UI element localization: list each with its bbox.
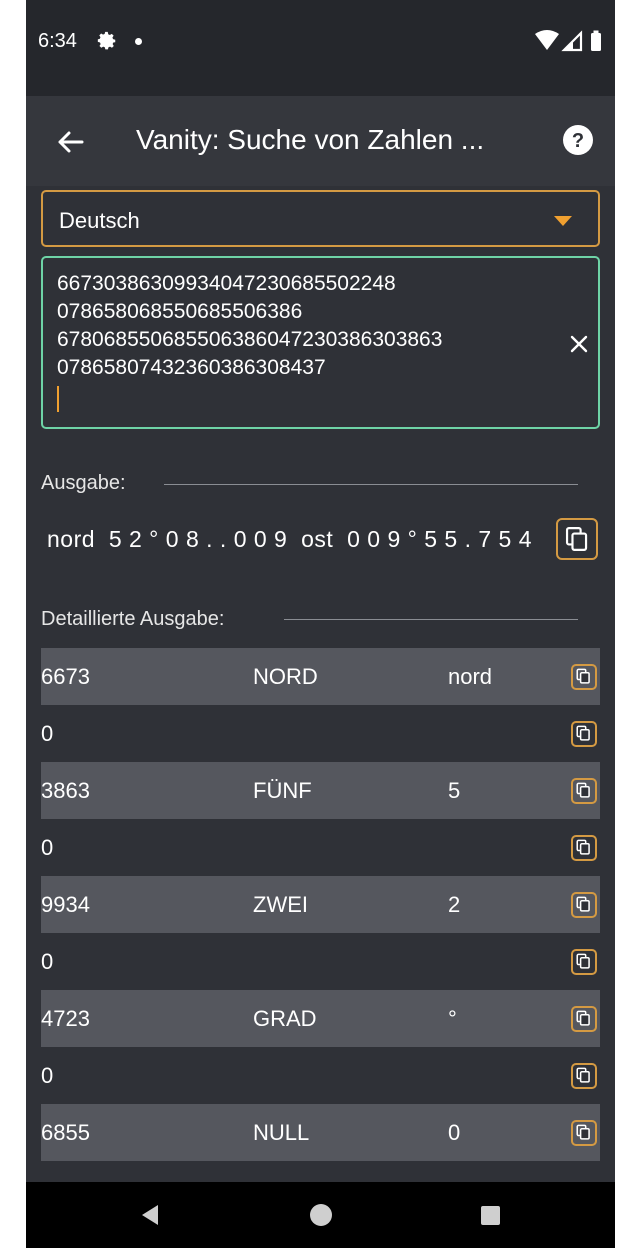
row-number: 0	[41, 949, 54, 974]
table-row: 0	[41, 819, 600, 876]
row-word: GRAD	[253, 1006, 317, 1031]
nav-home-icon[interactable]	[310, 1204, 332, 1226]
input-line: 078658068550685506386	[57, 300, 303, 323]
page-title: Vanity: Suche von Zahlen ...	[136, 124, 485, 155]
output-divider	[164, 484, 578, 485]
signal-icon	[561, 30, 583, 52]
table-row: 4723 GRAD °	[41, 990, 600, 1047]
table-row: 0	[41, 705, 600, 762]
table-row: 0	[41, 933, 600, 990]
row-value: 0	[448, 1120, 461, 1145]
table-row: 3863 FÜNF 5	[41, 762, 600, 819]
settings-gear-icon	[97, 31, 116, 50]
input-line: 67806855068550638604723038630386​3	[57, 328, 443, 351]
navigation-bar	[26, 1182, 615, 1248]
notification-dot-icon	[135, 38, 142, 45]
wifi-icon	[535, 30, 559, 50]
language-selected-value: Deutsch	[59, 208, 140, 233]
input-line: 6673038630993404723068550224​8	[57, 272, 396, 295]
row-number: 0	[41, 835, 54, 860]
copy-icon	[565, 527, 588, 551]
table-row: 0	[41, 1047, 600, 1104]
status-bar: 6:34	[26, 0, 615, 96]
row-number: 4723	[41, 1006, 90, 1031]
copy-row-button[interactable]	[571, 949, 597, 975]
copy-icon	[576, 839, 590, 855]
table-row: 6673 NORD nord	[41, 648, 600, 705]
svg-text:?: ?	[572, 130, 584, 152]
copy-icon	[576, 896, 590, 912]
copy-row-button[interactable]	[571, 1063, 597, 1089]
copy-icon	[576, 1124, 590, 1140]
row-number: 6673	[41, 664, 90, 689]
copy-output-button[interactable]	[556, 518, 598, 560]
status-icons	[535, 30, 601, 52]
row-number: 0	[41, 1063, 54, 1088]
row-value: 2	[448, 892, 461, 917]
detail-table: 6673 NORD nord 0 3863 FÜNF 5 0 9934 ZWEI 2 0 4723 GRA…	[41, 648, 600, 1161]
copy-icon	[576, 668, 590, 684]
row-value: °	[448, 1006, 457, 1031]
detail-divider	[284, 619, 578, 620]
app-bar: Vanity: Suche von Zahlen ... ?	[26, 96, 615, 186]
copy-row-button[interactable]	[571, 721, 597, 747]
input-text[interactable]: 6673038630993404723068550224​8 078658068…	[57, 270, 442, 382]
output-value: nord 5 2 ° 0 8 . . 0 0 9 ost 0 0 9 ° 5 5…	[47, 526, 533, 552]
copy-icon	[576, 1067, 590, 1083]
copy-row-button[interactable]	[571, 664, 597, 690]
help-icon[interactable]: ?	[562, 124, 594, 156]
row-value: nord	[448, 664, 493, 689]
nav-recents-icon[interactable]	[481, 1206, 500, 1225]
language-dropdown[interactable]: Deutsch	[41, 190, 600, 247]
copy-row-button[interactable]	[571, 1006, 597, 1032]
number-input-field[interactable]: 6673038630993404723068550224​8 078658068…	[41, 256, 600, 429]
caret-down-icon	[554, 216, 572, 226]
table-row: 6855 NULL 0	[41, 1104, 600, 1161]
detail-label: Detaillierte Ausgabe:	[41, 608, 225, 630]
row-word: NULL	[253, 1120, 310, 1145]
copy-row-button[interactable]	[571, 1120, 597, 1146]
output-label: Ausgabe:	[41, 472, 126, 494]
row-number: 6855	[41, 1120, 90, 1145]
input-line: 078658074323603863084​37	[57, 356, 326, 379]
row-number: 9934	[41, 892, 90, 917]
copy-icon	[576, 725, 590, 741]
battery-icon	[591, 30, 601, 51]
row-value: 5	[448, 778, 461, 803]
clear-icon[interactable]	[567, 332, 591, 356]
copy-row-button[interactable]	[571, 778, 597, 804]
table-row: 9934 ZWEI 2	[41, 876, 600, 933]
phone-screen: 6:34 Vanity: Suche von Zahlen ... ? Deut…	[26, 0, 615, 1248]
row-word: ZWEI	[253, 892, 308, 917]
back-arrow-icon[interactable]	[48, 120, 92, 164]
copy-icon	[576, 1010, 590, 1026]
nav-back-icon[interactable]	[140, 1204, 160, 1226]
row-number: 0	[41, 721, 54, 746]
row-number: 3863	[41, 778, 90, 803]
row-word: FÜNF	[253, 778, 312, 803]
copy-icon	[576, 782, 590, 798]
copy-icon	[576, 953, 590, 969]
text-cursor	[57, 386, 59, 412]
copy-row-button[interactable]	[571, 892, 597, 918]
status-time: 6:34	[38, 30, 77, 52]
copy-row-button[interactable]	[571, 835, 597, 861]
row-word: NORD	[253, 664, 318, 689]
